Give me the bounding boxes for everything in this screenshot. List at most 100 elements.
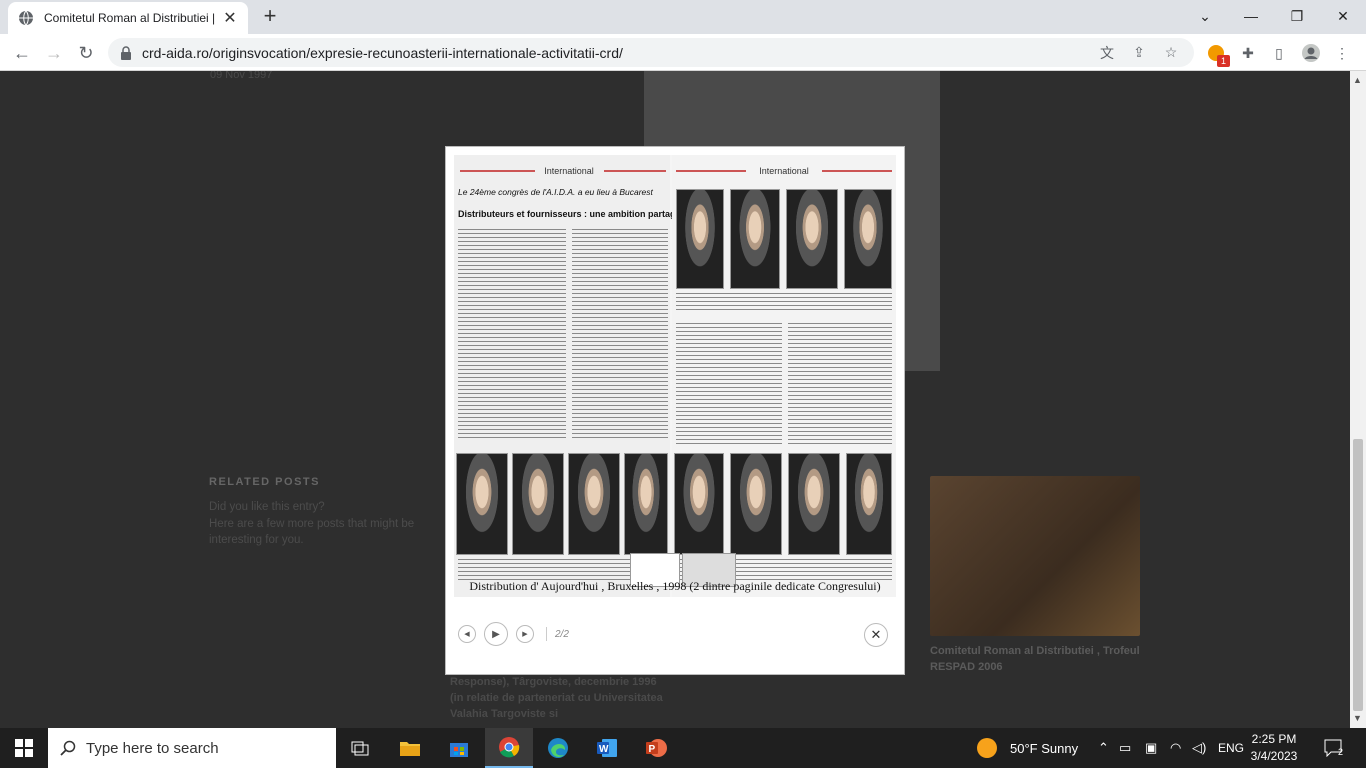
page-scrollbar[interactable]: ▲ ▼ bbox=[1350, 71, 1366, 728]
browser-tab[interactable]: Comitetul Roman al Distributiei | ✕ bbox=[8, 2, 248, 34]
photo-captions bbox=[676, 293, 892, 313]
clock-date: 3/4/2023 bbox=[1250, 749, 1298, 763]
svg-text:W: W bbox=[599, 744, 609, 755]
word-app[interactable]: W bbox=[583, 728, 631, 768]
play-slideshow-button[interactable]: ▶ bbox=[484, 622, 508, 646]
back-button[interactable]: ← bbox=[9, 40, 35, 66]
next-image-button[interactable]: ▶ bbox=[516, 625, 534, 643]
powerpoint-app[interactable]: P bbox=[632, 728, 680, 768]
side-panel-icon[interactable]: ▯ bbox=[1268, 42, 1290, 64]
microsoft-store-app[interactable] bbox=[435, 728, 483, 768]
play-icon: ▶ bbox=[492, 628, 500, 640]
next-icon: ▶ bbox=[522, 631, 528, 638]
lock-icon bbox=[121, 45, 131, 60]
header-rule bbox=[822, 170, 892, 172]
extensions-puzzle-icon[interactable]: ✚ bbox=[1237, 42, 1259, 64]
newspaper-subheadline: Le 24ème congrès de l'A.I.D.A. a eu lieu… bbox=[458, 187, 653, 197]
lightbox-dialog: International Le 24ème congrès de l'A.I.… bbox=[445, 146, 905, 675]
translate-icon[interactable]: 文 bbox=[1096, 43, 1118, 63]
folder-icon bbox=[400, 742, 420, 756]
task-view-button[interactable] bbox=[336, 728, 384, 768]
edge-icon bbox=[548, 738, 568, 758]
chrome-icon bbox=[499, 737, 520, 758]
slideshow-controls: ◀ ▶ ▶ 2/2 bbox=[458, 622, 569, 646]
text-column bbox=[572, 229, 668, 441]
header-rule bbox=[460, 170, 535, 172]
file-explorer-app[interactable] bbox=[386, 728, 434, 768]
related-posts-heading: RELATED POSTS bbox=[209, 476, 320, 488]
portrait-photo bbox=[512, 453, 564, 555]
task-view-icon bbox=[351, 741, 369, 756]
text-column bbox=[458, 229, 566, 441]
image-counter: 2/2 bbox=[555, 628, 569, 640]
taskbar-search-box[interactable]: Type here to search bbox=[48, 728, 336, 768]
portrait-photo bbox=[568, 453, 620, 555]
meet-now-icon[interactable]: ▣ bbox=[1145, 728, 1157, 768]
tab-strip: Comitetul Roman al Distributiei | ✕ + ⌄ … bbox=[0, 0, 1366, 34]
portrait-photo bbox=[676, 189, 724, 289]
tab-title: Comitetul Roman al Distributiei | bbox=[44, 11, 216, 25]
minimize-button[interactable]: — bbox=[1228, 0, 1274, 32]
edge-app[interactable] bbox=[534, 728, 582, 768]
scrollbar-thumb[interactable] bbox=[1353, 439, 1363, 711]
battery-icon[interactable]: ▭ bbox=[1119, 728, 1131, 768]
forward-button[interactable]: → bbox=[41, 40, 67, 66]
portrait-photo bbox=[788, 453, 840, 555]
portrait-photo bbox=[846, 453, 892, 555]
windows-logo-icon bbox=[15, 739, 33, 757]
related-post-text[interactable]: Response), Târgoviste, decembrie 1996 (i… bbox=[450, 674, 670, 722]
newspaper-header-right: International bbox=[759, 166, 809, 176]
menu-kebab-icon[interactable]: ⋮ bbox=[1331, 42, 1353, 64]
text-column bbox=[676, 323, 782, 447]
close-window-button[interactable]: ✕ bbox=[1320, 0, 1366, 32]
previous-image-button[interactable]: ◀ bbox=[458, 625, 476, 643]
close-lightbox-button[interactable]: ✕ bbox=[864, 623, 888, 647]
header-rule bbox=[604, 170, 666, 172]
close-icon: ✕ bbox=[870, 627, 882, 642]
wifi-icon[interactable]: ◠ bbox=[1170, 728, 1181, 768]
notification-center-button[interactable]: 2 bbox=[1324, 728, 1343, 768]
text-column bbox=[788, 323, 892, 447]
share-icon[interactable]: ⇪ bbox=[1128, 44, 1150, 61]
search-icon bbox=[60, 740, 76, 756]
newspaper-page-right: International bbox=[672, 155, 896, 597]
address-bar[interactable]: crd-aida.ro/originsvocation/expresie-rec… bbox=[108, 38, 1194, 67]
powerpoint-icon: P bbox=[646, 739, 667, 757]
scroll-up-icon[interactable]: ▲ bbox=[1353, 75, 1362, 85]
clock-time: 2:25 PM bbox=[1251, 732, 1297, 746]
system-clock[interactable]: 2:25 PM 3/4/2023 bbox=[1240, 731, 1308, 765]
start-button[interactable] bbox=[0, 728, 48, 768]
globe-icon bbox=[19, 10, 33, 26]
related-posts-description: Did you like this entry? Here are a few … bbox=[209, 501, 415, 546]
portrait-photo bbox=[844, 189, 892, 289]
tab-search-icon[interactable]: ⌄ bbox=[1182, 0, 1228, 32]
header-rule bbox=[676, 170, 746, 172]
portrait-photo bbox=[456, 453, 508, 555]
bookmark-star-icon[interactable]: ☆ bbox=[1160, 44, 1182, 61]
notification-count: 2 bbox=[1338, 747, 1344, 757]
related-post-thumbnail[interactable] bbox=[930, 476, 1140, 636]
weather-widget[interactable]: 50°F Sunny bbox=[976, 728, 1078, 768]
close-tab-icon[interactable]: ✕ bbox=[222, 8, 238, 28]
weather-text: 50°F Sunny bbox=[1010, 740, 1079, 756]
search-placeholder: Type here to search bbox=[86, 739, 219, 757]
portrait-photo bbox=[624, 453, 668, 555]
show-hidden-icons-button[interactable]: ⌃ bbox=[1098, 728, 1109, 768]
sun-icon bbox=[977, 738, 997, 758]
newspaper-headline: Distributeurs et fournisseurs : une ambi… bbox=[458, 209, 686, 219]
profile-avatar-icon[interactable] bbox=[1300, 42, 1322, 64]
chrome-app[interactable] bbox=[485, 728, 533, 768]
newspaper-header-left: International bbox=[544, 166, 594, 176]
related-post-caption[interactable]: Comitetul Roman al Distributiei , Trofeu… bbox=[930, 643, 1145, 675]
scroll-down-icon[interactable]: ▼ bbox=[1353, 713, 1362, 723]
restore-button[interactable]: ❐ bbox=[1274, 0, 1320, 32]
previous-icon: ◀ bbox=[464, 631, 470, 638]
extension-badge: 1 bbox=[1217, 55, 1230, 67]
new-tab-button[interactable]: + bbox=[258, 5, 282, 29]
newspaper-page-left: International Le 24ème congrès de l'A.I.… bbox=[454, 155, 686, 597]
reload-button[interactable]: ↻ bbox=[73, 40, 99, 66]
volume-icon[interactable]: ◁) bbox=[1192, 728, 1206, 768]
portrait-photo bbox=[730, 453, 782, 555]
divider bbox=[546, 627, 547, 641]
url-text: crd-aida.ro/originsvocation/expresie-rec… bbox=[142, 44, 623, 61]
